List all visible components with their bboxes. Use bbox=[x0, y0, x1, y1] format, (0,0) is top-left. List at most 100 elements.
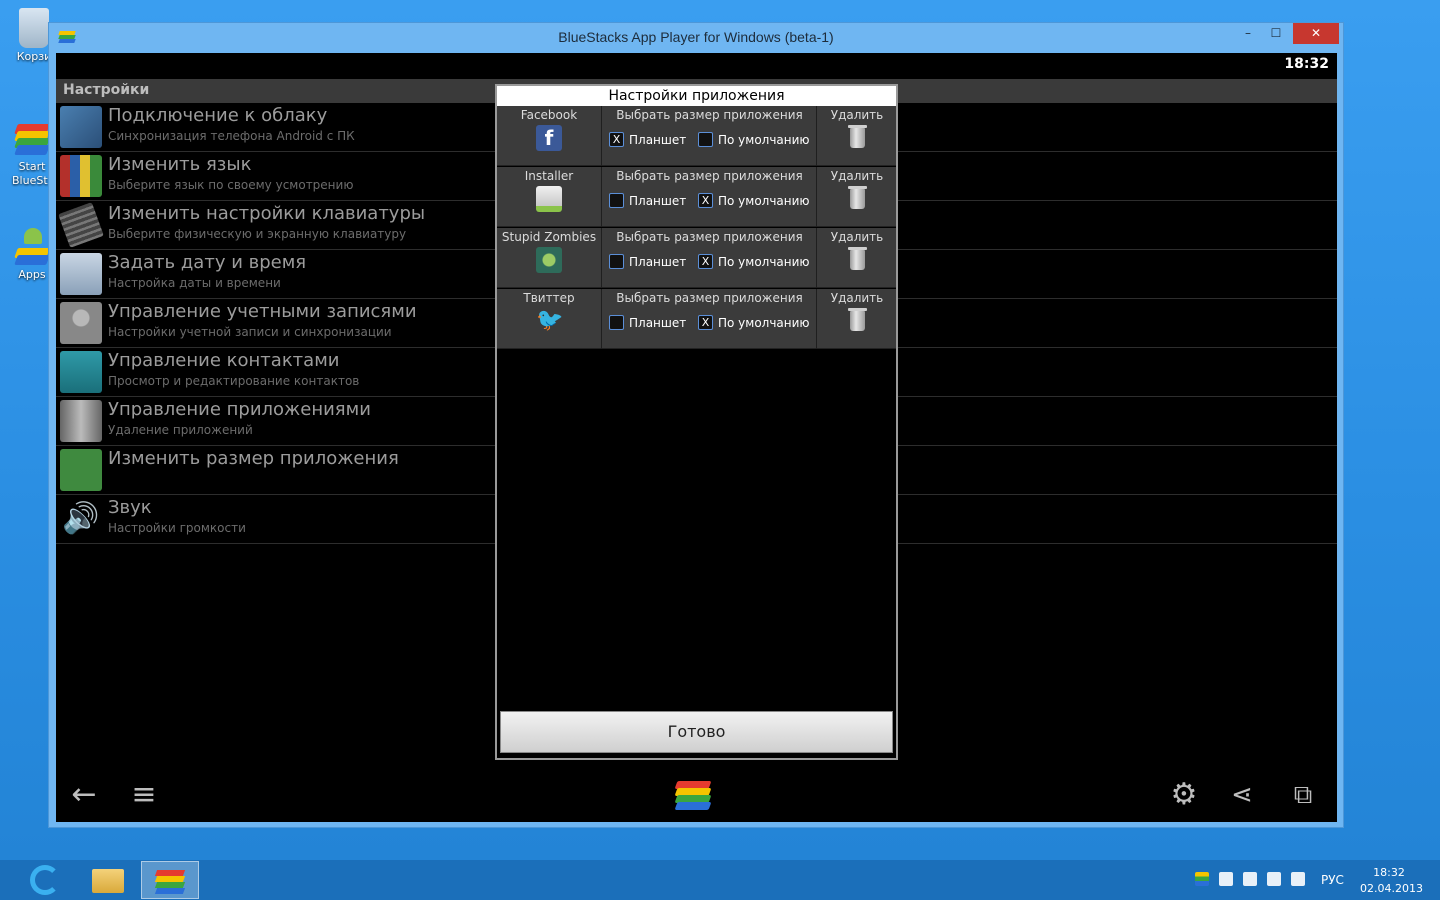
settings-item-subtitle: Настройки учетной записи и синхронизации bbox=[108, 325, 392, 339]
settings-item-title: Звук bbox=[108, 497, 152, 518]
app-name-cell: Installer bbox=[497, 167, 602, 227]
desktop-icon-label: Корзи bbox=[16, 50, 52, 63]
option-label: Планшет bbox=[629, 193, 687, 208]
network-icon[interactable] bbox=[1267, 872, 1281, 888]
share-icon[interactable]: ⋖ bbox=[1224, 777, 1260, 813]
twitter-bird-icon: 🐦 bbox=[536, 308, 564, 333]
calendar-icon bbox=[60, 253, 102, 295]
flag-icon[interactable] bbox=[1219, 872, 1233, 888]
android-screen: 18:32 Настройки Подключение к облаку Син… bbox=[56, 53, 1337, 822]
settings-item-title: Задать дату и время bbox=[108, 252, 307, 273]
maximize-button[interactable]: ☐ bbox=[1263, 23, 1289, 44]
bluestacks-icon bbox=[12, 118, 52, 158]
settings-item-title: Управление учетными записями bbox=[108, 301, 417, 322]
file-explorer-taskbar-button[interactable] bbox=[79, 861, 137, 899]
settings-item-title: Подключение к облаку bbox=[108, 105, 328, 126]
checkbox-unchecked[interactable] bbox=[698, 132, 713, 147]
app-name: Facebook bbox=[520, 108, 578, 122]
option-label: По умолчанию bbox=[718, 193, 810, 208]
app-name: Installer bbox=[524, 169, 574, 183]
minimize-button[interactable]: – bbox=[1235, 23, 1261, 44]
tray-time: 18:32 bbox=[1373, 866, 1405, 879]
delete-label: Удалить bbox=[830, 291, 884, 305]
app-name-cell: Твиттер 🐦 bbox=[497, 289, 602, 349]
trash-icon[interactable] bbox=[847, 247, 867, 270]
checkbox-unchecked[interactable] bbox=[609, 254, 624, 269]
tablet-option[interactable]: Планшет bbox=[609, 254, 686, 269]
settings-item-subtitle: Выберите физическую и экранную клавиатур… bbox=[108, 227, 407, 241]
menu-icon[interactable]: ≡ bbox=[126, 777, 162, 813]
trash-icon[interactable] bbox=[847, 125, 867, 148]
checkbox-unchecked[interactable] bbox=[609, 193, 624, 208]
window-titlebar[interactable]: BlueStacks App Player for Windows (beta-… bbox=[49, 23, 1343, 53]
screen-resize-icon[interactable]: ⧉ bbox=[1285, 777, 1321, 813]
size-cell: Выбрать размер приложения Планшет X По ум… bbox=[603, 289, 817, 349]
gear-icon[interactable]: ⚙ bbox=[1166, 777, 1202, 813]
zombie-game-icon bbox=[536, 247, 562, 273]
installer-icon bbox=[536, 186, 562, 212]
checkbox-checked[interactable]: X bbox=[698, 315, 713, 330]
tablet-option[interactable]: X Планшет bbox=[609, 132, 686, 147]
app-row-twitter: Твиттер 🐦 Выбрать размер приложения План… bbox=[497, 289, 896, 349]
app-row-installer: Installer Выбрать размер приложения План… bbox=[497, 167, 896, 227]
option-label: По умолчанию bbox=[718, 315, 810, 330]
option-label: По умолчанию bbox=[718, 254, 810, 269]
default-option[interactable]: X По умолчанию bbox=[698, 315, 810, 330]
delete-cell[interactable]: Удалить bbox=[818, 228, 896, 288]
internet-explorer-taskbar-button[interactable] bbox=[16, 861, 74, 899]
checkbox-unchecked[interactable] bbox=[609, 315, 624, 330]
bluestacks-tray-icon[interactable] bbox=[1195, 872, 1209, 888]
size-header: Выбрать размер приложения bbox=[616, 169, 803, 183]
option-label: Планшет bbox=[629, 254, 687, 269]
checkbox-checked[interactable]: X bbox=[609, 132, 624, 147]
speaker-icon: 🔊 bbox=[62, 501, 100, 536]
desktop-icon-label: Start BlueSta bbox=[12, 160, 55, 187]
desktop-icon-label: Apps bbox=[18, 268, 46, 281]
app-row-facebook: Facebook f Выбрать размер приложения X Пл… bbox=[497, 106, 896, 166]
default-option[interactable]: X По умолчанию bbox=[698, 254, 810, 269]
done-button[interactable]: Готово bbox=[500, 711, 893, 753]
power-icon[interactable] bbox=[1243, 872, 1257, 888]
app-settings-dialog: Настройки приложения Facebook f Выбрать … bbox=[495, 84, 898, 760]
cloud-icon bbox=[60, 106, 102, 148]
facebook-icon: f bbox=[536, 125, 562, 151]
settings-item-subtitle: Выберите язык по своему усмотрению bbox=[108, 178, 354, 192]
flags-icon bbox=[60, 155, 102, 197]
language-indicator[interactable]: РУС bbox=[1321, 873, 1344, 887]
option-label: Планшет bbox=[629, 315, 687, 330]
checkbox-checked[interactable]: X bbox=[698, 254, 713, 269]
trash-icon[interactable] bbox=[847, 308, 867, 331]
size-header: Выбрать размер приложения bbox=[616, 230, 803, 244]
delete-cell[interactable]: Удалить bbox=[818, 167, 896, 227]
back-arrow-icon[interactable]: ← bbox=[66, 777, 102, 813]
android-status-bar: 18:32 bbox=[56, 53, 1337, 77]
tray-date: 02.04.2013 bbox=[1360, 882, 1423, 895]
settings-item-subtitle: Синхронизация телефона Android с ПК bbox=[108, 129, 355, 143]
trash-bin-icon bbox=[60, 400, 102, 442]
volume-icon[interactable] bbox=[1291, 872, 1305, 888]
checkbox-checked[interactable]: X bbox=[698, 193, 713, 208]
delete-label: Удалить bbox=[830, 108, 884, 122]
settings-item-subtitle: Удаление приложений bbox=[108, 423, 253, 437]
size-cell: Выбрать размер приложения Планшет X По ум… bbox=[603, 228, 817, 288]
account-icon bbox=[60, 302, 102, 344]
delete-cell[interactable]: Удалить bbox=[818, 106, 896, 166]
tablet-option[interactable]: Планшет bbox=[609, 193, 686, 208]
default-option[interactable]: По умолчанию bbox=[698, 132, 810, 147]
close-button[interactable]: ✕ bbox=[1293, 23, 1339, 44]
settings-item-title: Изменить язык bbox=[108, 154, 252, 175]
ie-icon bbox=[30, 865, 60, 895]
contacts-icon bbox=[60, 351, 102, 393]
delete-cell[interactable]: Удалить bbox=[818, 289, 896, 349]
android-apps-icon bbox=[12, 226, 52, 266]
tray-clock[interactable]: 18:32 02.04.2013 bbox=[1360, 865, 1423, 897]
keyboard-icon bbox=[58, 202, 104, 248]
status-clock: 18:32 bbox=[1284, 56, 1329, 72]
bluestacks-home-icon[interactable] bbox=[674, 777, 712, 813]
default-option[interactable]: X По умолчанию bbox=[698, 193, 810, 208]
bluestacks-taskbar-button[interactable] bbox=[141, 861, 199, 899]
tablet-option[interactable]: Планшет bbox=[609, 315, 686, 330]
resize-arrows-icon bbox=[60, 449, 102, 491]
settings-item-title: Управление контактами bbox=[108, 350, 340, 371]
trash-icon[interactable] bbox=[847, 186, 867, 209]
